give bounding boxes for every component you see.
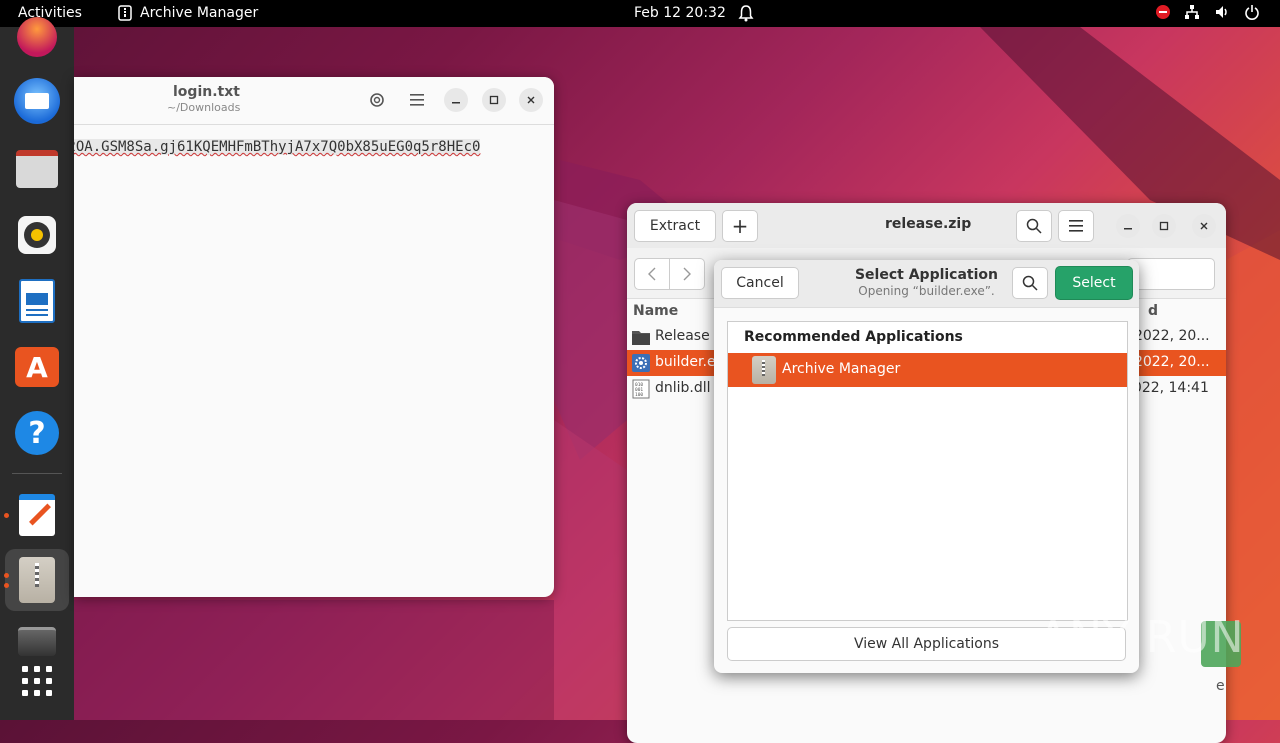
do-not-disturb-icon[interactable] [1156,5,1170,19]
executable-icon [632,354,650,372]
section-heading: Recommended Applications [744,329,963,345]
app-menu-label: Archive Manager [140,5,259,21]
dock: A ? [0,17,74,720]
application-list: Recommended Applications Archive Manager [727,321,1128,621]
column-header-modified[interactable]: d [1148,303,1158,319]
network-icon[interactable] [1184,4,1200,20]
search-button[interactable] [1016,210,1052,242]
text-line: 2NTIxMDY2OA.GSM8Sa.gj61KQEMHFmBThyjA7x7Q… [74,139,481,155]
folder-icon [632,331,650,345]
close-button[interactable] [519,88,543,112]
hamburger-menu-icon[interactable] [405,88,429,112]
editor-subtitle: ~/Downloads [167,101,241,114]
anyrun-watermark: ANY RUN [1038,612,1245,663]
application-name: Archive Manager [782,361,901,377]
notification-bell-icon[interactable] [738,4,754,22]
archive-title: release.zip [885,216,972,232]
cancel-button[interactable]: Cancel [721,267,799,299]
app-center-icon[interactable]: A [11,341,63,393]
dock-separator [12,473,62,474]
thunderbird-icon[interactable] [11,75,63,127]
search-icon [1026,218,1042,234]
svg-text:100: 100 [635,392,643,398]
top-bar: Activities Archive Manager Feb 12 20:32 [0,0,1280,27]
text-editor-window[interactable]: login.txt ~/Downloads 2NTIxMDY2OA.GSM8Sa… [74,77,554,597]
clock[interactable]: Feb 12 20:32 [634,5,726,21]
power-icon[interactable] [1244,4,1260,20]
partial-text: e [1216,678,1225,694]
add-files-button[interactable]: + [722,210,758,242]
search-icon [1022,275,1038,291]
chevron-left-icon [648,267,656,281]
dialog-header: Select Application Opening “builder.exe”… [714,260,1139,308]
maximize-button[interactable] [482,88,506,112]
archive-manager-icon [752,356,776,384]
help-icon[interactable]: ? [11,407,63,459]
forward-button[interactable] [669,258,705,290]
file-name: Release [655,328,710,344]
select-button[interactable]: Select [1055,266,1133,300]
volume-icon[interactable] [1214,4,1230,20]
archive-manager-small-icon [118,5,132,21]
running-indicator [4,583,9,588]
editor-text-area[interactable]: 2NTIxMDY2OA.GSM8Sa.gj61KQEMHFmBThyjA7x7Q… [74,137,481,179]
libreoffice-writer-icon[interactable] [11,275,63,327]
files-icon[interactable] [11,143,63,195]
archive-header: Extract + release.zip [627,203,1226,248]
search-button[interactable] [1012,267,1048,299]
binary-file-icon: 010001100 [632,379,650,399]
running-indicator [4,513,9,518]
close-button[interactable] [1192,214,1216,238]
application-item[interactable]: Archive Manager [728,353,1127,387]
file-name: dnlib.dll [655,380,711,396]
menu-button[interactable] [1058,210,1094,242]
file-name: builder.e [655,354,716,370]
chevron-right-icon [683,267,691,281]
system-tray[interactable] [1156,4,1260,20]
archive-manager-icon[interactable] [5,549,69,611]
back-button[interactable] [634,258,670,290]
firefox-icon[interactable] [11,11,63,63]
location-field[interactable] [1127,258,1215,290]
running-indicator [4,573,9,578]
text-editor-icon[interactable] [11,489,63,541]
settings-icon[interactable] [365,88,389,112]
maximize-button[interactable] [1152,214,1176,238]
column-header-name[interactable]: Name [633,303,678,319]
editor-header: login.txt ~/Downloads [74,77,554,125]
show-apps-icon[interactable] [11,655,63,707]
minimize-button[interactable] [444,88,468,112]
hamburger-menu-icon [1069,220,1083,232]
app-menu[interactable]: Archive Manager [118,5,258,21]
rhythmbox-icon[interactable] [11,209,63,261]
extract-button[interactable]: Extract [634,210,716,242]
minimize-button[interactable] [1116,214,1140,238]
